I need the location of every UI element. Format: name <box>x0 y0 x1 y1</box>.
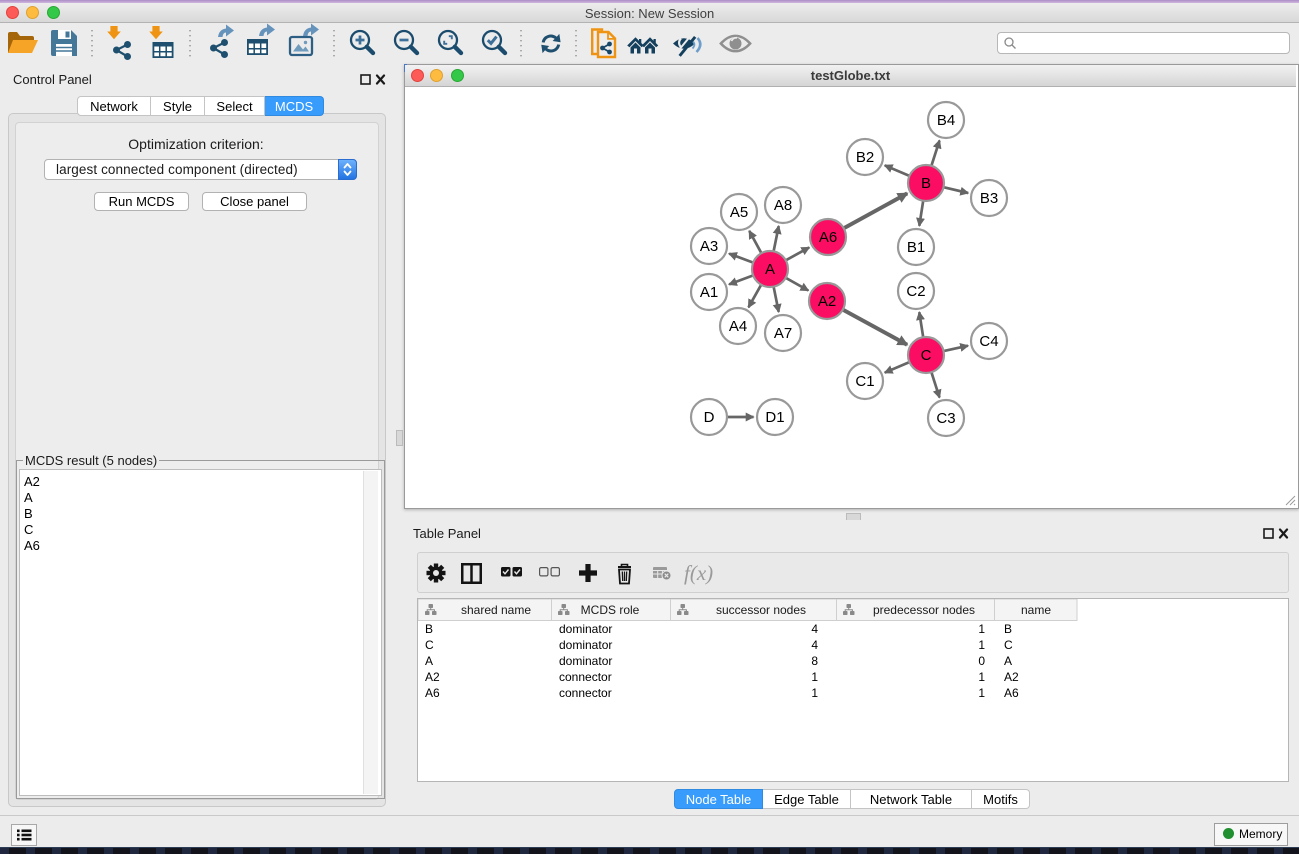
svg-text:B4: B4 <box>937 112 955 129</box>
svg-text:C1: C1 <box>855 373 874 390</box>
svg-text:B: B <box>921 175 931 192</box>
svg-text:B2: B2 <box>856 149 874 166</box>
svg-text:C4: C4 <box>979 333 998 350</box>
svg-text:A: A <box>765 261 775 278</box>
svg-text:C: C <box>921 347 932 364</box>
svg-text:shared name: shared name <box>461 603 531 617</box>
svg-text:C2: C2 <box>906 283 925 300</box>
svg-text:A3: A3 <box>700 238 718 255</box>
svg-text:A4: A4 <box>729 318 747 335</box>
svg-text:A6: A6 <box>819 229 837 246</box>
svg-text:C3: C3 <box>936 410 955 427</box>
svg-text:successor nodes: successor nodes <box>716 603 806 617</box>
svg-text:A2: A2 <box>818 293 836 310</box>
svg-text:MCDS role: MCDS role <box>581 603 640 617</box>
svg-text:predecessor nodes: predecessor nodes <box>873 603 975 617</box>
svg-text:A8: A8 <box>774 197 792 214</box>
svg-text:D: D <box>704 409 715 426</box>
svg-text:B3: B3 <box>980 190 998 207</box>
svg-text:B1: B1 <box>907 239 925 256</box>
svg-text:A5: A5 <box>730 204 748 221</box>
svg-text:f(x): f(x) <box>684 561 713 585</box>
svg-text:name: name <box>1021 603 1051 617</box>
svg-text:D1: D1 <box>765 409 784 426</box>
svg-text:A1: A1 <box>700 284 718 301</box>
svg-text:A7: A7 <box>774 325 792 342</box>
